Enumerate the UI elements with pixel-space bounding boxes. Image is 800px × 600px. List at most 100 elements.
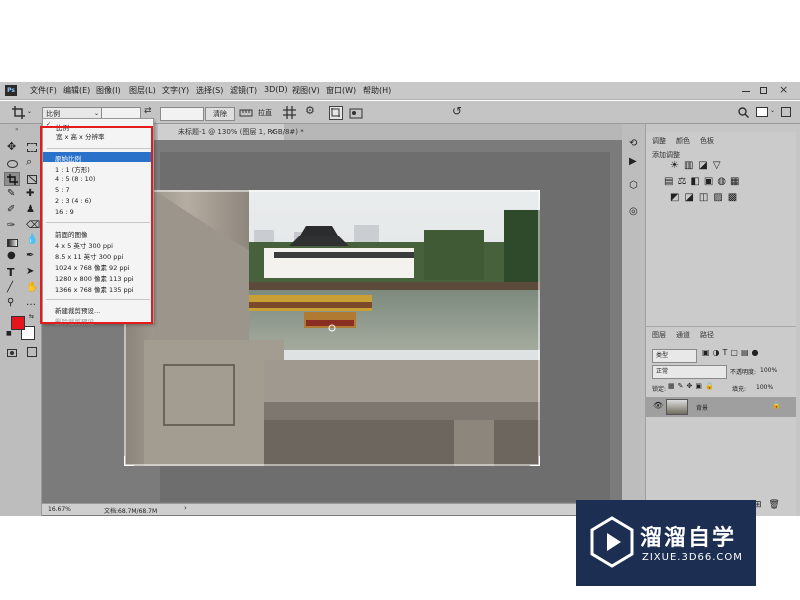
screen-mode-icon[interactable] [27,347,37,357]
annotation-red-box [40,126,153,324]
marquee-tool-icon[interactable] [27,143,37,152]
healing-brush-tool-icon[interactable]: ✚ [26,188,34,199]
height-input[interactable] [160,107,204,121]
menu-type[interactable]: 文字(Y) [162,85,189,96]
adjust-row-1-icons[interactable]: ☀▥◪▽ [670,160,726,171]
quick-mask-icon[interactable] [7,349,17,357]
fill-label: 填充: [732,386,747,393]
visibility-eye-icon[interactable]: 👁 [653,401,663,410]
menu-window[interactable]: 窗口(W) [326,85,356,96]
path-select-tool-icon[interactable]: ➤ [26,266,34,277]
brush-tool-icon[interactable]: ✐ [7,204,15,215]
dodge-tool-icon[interactable]: ● [7,250,16,261]
right-icon-strip: ⟲ ▶ ⬡ ◎ [622,124,646,516]
pen-tool-icon[interactable]: ✒ [26,250,34,261]
tab-layers[interactable]: 图层 [652,330,666,340]
straighten-icon[interactable] [239,108,253,118]
swap-icon[interactable]: ⇄ [144,106,152,116]
menu-image[interactable]: 图像(I) [96,85,121,96]
minimize-icon[interactable] [742,91,750,92]
zoom-tool-icon[interactable]: ⚲ [7,297,14,308]
tab-color[interactable]: 颜色 [676,136,690,146]
adjustments-subtitle: 添加调整 [652,151,680,159]
layers-panel: 图层 通道 路径 类型 ▣◑T▢▤● 正常 不透明度: 100% 锁定: ▦✎✥… [646,326,796,516]
layer-footer-icons[interactable]: ⊞ 🗑 [754,500,782,510]
crop-tool-active[interactable] [4,172,20,186]
layer-row-background[interactable]: 👁 背景 🔒 [646,397,796,417]
delete-cropped-icon[interactable] [329,106,343,120]
document-tab[interactable]: 未标题-1 @ 130% (图层 1, RGB/8#) * × [158,124,304,140]
blur-tool-icon[interactable]: 💧 [26,234,38,245]
layer-thumbnail [666,399,688,415]
close-icon[interactable]: × [779,83,788,96]
layer-kind-filter[interactable]: 类型 [652,349,697,363]
menu-3d[interactable]: 3D(D) [264,85,288,94]
hand-tool-icon[interactable]: ✋ [26,282,38,293]
quick-select-tool-icon[interactable]: ⌕ [26,155,32,169]
document-tab-title: 未标题-1 @ 130% (图层 1, RGB/8#) * [178,128,304,136]
close-tab-icon[interactable]: × [270,124,276,140]
layer-filter-icons[interactable]: ▣◑T▢▤● [702,348,762,357]
menu-layer[interactable]: 图层(L) [129,85,156,96]
content-aware-icon[interactable] [349,106,363,120]
tab-paths[interactable]: 路径 [700,330,714,340]
menu-view[interactable]: 视图(V) [292,85,320,96]
line-tool-icon[interactable]: ╱ [7,282,13,293]
crop-tool-icon[interactable] [12,106,25,119]
foreground-color-swatch[interactable] [11,316,25,330]
status-arrow-icon[interactable]: › [184,504,187,512]
canvas-photo[interactable] [124,190,540,466]
reset-icon[interactable]: ↺ [452,104,462,118]
lasso-tool-icon[interactable] [7,160,18,168]
swap-colors-icon[interactable]: ⇆ [29,313,34,320]
opacity-value[interactable]: 100% [760,367,777,374]
watermark-logo-icon [590,516,634,568]
tab-channels[interactable]: 通道 [676,330,690,340]
eraser-tool-icon[interactable]: ⌫ [26,220,40,231]
menu-bar: Ps 文件(F) 编辑(E) 图像(I) 图层(L) 文字(Y) 选择(S) 滤… [0,82,800,100]
move-tool-icon[interactable]: ✥ [7,140,16,153]
menu-select[interactable]: 选择(S) [196,85,223,96]
blend-mode-select[interactable]: 正常 [652,365,727,379]
menu-filter[interactable]: 滤镜(T) [230,85,257,96]
clone-stamp-tool-icon[interactable]: ♟ [26,204,35,215]
history-panel-icon[interactable]: ⟲ [629,138,637,149]
frame-tool-icon[interactable] [27,175,38,184]
tab-swatches[interactable]: 色板 [700,136,714,146]
menu-edit[interactable]: 编辑(E) [63,85,90,96]
layer-lock-icon: 🔒 [772,401,781,409]
adjust-row-2-icons[interactable]: ▤⚖◧▣◍▦ [664,176,743,187]
adjustments-panel: 调整 颜色 色板 添加调整 ☀▥◪▽ ▤⚖◧▣◍▦ ◩◪◫▨▩ [646,132,796,328]
actions-play-icon[interactable]: ▶ [629,156,637,167]
clear-button[interactable]: 清除 [205,107,235,121]
gradient-tool-icon[interactable] [7,239,18,247]
eyedropper-tool-icon[interactable]: ✎ [7,188,15,199]
tab-adjustments[interactable]: 调整 [652,136,666,146]
history-brush-tool-icon[interactable]: ✑ [7,220,15,231]
crop-icon [7,174,18,185]
tool-preset-caret-icon[interactable]: ⌄ [27,108,32,115]
adjust-row-3-icons[interactable]: ◩◪◫▨▩ [670,192,742,203]
menu-file[interactable]: 文件(F) [30,85,57,96]
overlay-grid-icon[interactable] [283,106,296,119]
default-colors-icon[interactable]: ■ [6,330,12,337]
share-icon[interactable] [781,107,791,117]
restore-icon[interactable] [760,87,767,94]
workspace-icon[interactable] [756,107,768,117]
status-bar: 16.67% 文档:68.7M/68.7M › [42,503,622,515]
lock-icons[interactable]: ▦✎✥▣🔒 [668,382,717,390]
more-tools-icon[interactable]: … [26,297,36,308]
properties-panel-icon[interactable]: ◎ [629,206,638,217]
zoom-level[interactable]: 16.67% [48,506,71,513]
settings-gear-icon[interactable]: ⚙ [305,104,315,117]
3d-panel-icon[interactable]: ⬡ [629,180,638,191]
search-icon[interactable] [738,107,749,118]
layer-name[interactable]: 背景 [696,403,708,412]
collapse-toolbar-icon[interactable]: » [15,126,19,133]
fill-value[interactable]: 100% [756,384,773,391]
lock-label: 锁定: [652,386,667,393]
workspace-caret-icon[interactable]: ⌄ [770,107,775,114]
menu-help[interactable]: 帮助(H) [363,85,391,96]
type-tool-icon[interactable]: T [7,266,15,279]
watermark-url: ZIXUE.3D66.COM [642,552,743,563]
